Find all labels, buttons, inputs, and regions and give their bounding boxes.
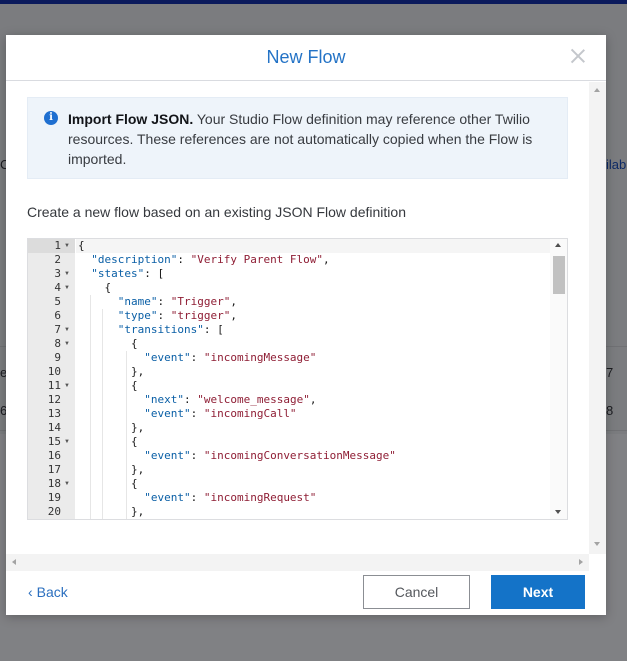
fold-toggle-icon[interactable]: ▼ (64, 435, 70, 449)
line-number: 6 (54, 309, 61, 322)
scroll-left-arrow-icon[interactable] (12, 559, 16, 565)
code-line: "transitions": [ (117, 323, 224, 336)
line-number: 15 (47, 435, 61, 448)
code-line: }, (78, 421, 145, 434)
fold-toggle-icon[interactable]: ▼ (64, 281, 70, 295)
fold-toggle-icon[interactable]: ▼ (64, 379, 70, 393)
line-number: 13 (47, 407, 61, 420)
line-number: 16 (47, 449, 61, 462)
line-number: 8 (54, 337, 61, 350)
line-number: 9 (54, 351, 61, 364)
code-line: "event": "incomingMessage" (144, 351, 317, 364)
code-line: { (78, 379, 138, 392)
line-number: 4 (54, 281, 61, 294)
dialog-horizontal-scrollbar[interactable] (6, 554, 589, 571)
code-line: "event": "incomingCall" (144, 407, 297, 420)
code-line: "description": "Verify Parent Flow", (91, 253, 330, 266)
fold-toggle-icon[interactable]: ▼ (64, 477, 70, 491)
line-number: 17 (47, 463, 61, 476)
code-line: { (78, 281, 112, 294)
background-text-fragment: 8 (606, 403, 614, 418)
code-line: }, (78, 463, 145, 476)
flow-description: Create a new flow based on an existing J… (27, 204, 406, 220)
dialog-footer: ‹ Back Cancel Next (6, 571, 606, 615)
code-line: "event": "incomingRequest" (144, 491, 317, 504)
background-text-fragment: ilab (606, 157, 627, 172)
code-line: { (78, 477, 138, 490)
code-line: { (78, 337, 138, 350)
dialog-title: New Flow (266, 47, 346, 67)
scroll-down-arrow-icon[interactable] (555, 510, 561, 514)
scroll-up-arrow-icon[interactable] (594, 88, 600, 92)
info-icon: i (44, 111, 58, 125)
line-number: 11 (47, 379, 61, 392)
dialog-header: New Flow (6, 35, 606, 81)
line-number: 1 (54, 239, 61, 252)
line-number: 5 (54, 295, 61, 308)
code-line: "next": "welcome_message", (144, 393, 317, 406)
editor-gutter: 1 ▼ 2 3 ▼ 4 ▼ 5 6 7 ▼ 8 ▼ 9 10 11 ▼ 12 13 14 15 ▼ 16 17 18 ▼ 19 20 (28, 239, 75, 519)
code-line: "name": "Trigger", (117, 295, 237, 308)
info-banner-title: Import Flow JSON. (68, 111, 194, 127)
code-line: "states": [ (91, 267, 165, 280)
code-line: "event": "incomingConversationMessage" (144, 449, 396, 462)
fold-toggle-icon[interactable]: ▼ (64, 323, 70, 337)
code-line: "type": "trigger", (117, 309, 237, 322)
editor-code-area[interactable]: { "description": "Verify Parent Flow", "… (76, 239, 550, 519)
chevron-left-icon: ‹ (28, 584, 33, 600)
line-number: 19 (47, 491, 61, 504)
import-info-banner: i Import Flow JSON. Your Studio Flow def… (27, 97, 568, 179)
line-number: 7 (54, 323, 61, 336)
line-number: 18 (47, 477, 61, 490)
back-button-label: Back (36, 584, 68, 600)
code-line: { (78, 435, 138, 448)
active-line-highlight (76, 239, 550, 253)
fold-toggle-icon[interactable]: ▼ (64, 267, 70, 281)
scroll-right-arrow-icon[interactable] (579, 559, 583, 565)
line-number: 10 (47, 365, 61, 378)
fold-toggle-icon[interactable]: ▼ (64, 337, 70, 351)
json-code-editor[interactable]: 1 ▼ 2 3 ▼ 4 ▼ 5 6 7 ▼ 8 ▼ 9 10 11 ▼ 12 13 14 15 ▼ 16 17 18 ▼ 19 20 … (27, 238, 568, 520)
line-number: 20 (47, 505, 61, 518)
back-button[interactable]: ‹ Back (28, 584, 68, 600)
background-text-fragment: 7 (606, 365, 614, 380)
new-flow-dialog: New Flow i Import Flow JSON. Your Studio… (6, 35, 606, 615)
line-number: 12 (47, 393, 61, 406)
next-button[interactable]: Next (491, 575, 585, 609)
code-line: }, (78, 365, 145, 378)
line-number: 2 (54, 253, 61, 266)
close-icon[interactable] (570, 48, 586, 64)
editor-vertical-scrollbar[interactable] (550, 239, 567, 519)
line-number: 14 (47, 421, 61, 434)
code-line: }, (78, 505, 145, 518)
dialog-body: i Import Flow JSON. Your Studio Flow def… (6, 82, 606, 554)
code-line: { (78, 239, 85, 252)
cancel-button[interactable]: Cancel (363, 575, 470, 609)
editor-scrollbar-thumb[interactable] (553, 256, 565, 294)
dialog-vertical-scrollbar[interactable] (589, 82, 606, 554)
scroll-down-arrow-icon[interactable] (594, 542, 600, 546)
fold-toggle-icon[interactable]: ▼ (64, 239, 70, 253)
scroll-up-arrow-icon[interactable] (555, 243, 561, 247)
info-banner-text: Import Flow JSON. Your Studio Flow defin… (68, 109, 548, 169)
line-number: 3 (54, 267, 61, 280)
